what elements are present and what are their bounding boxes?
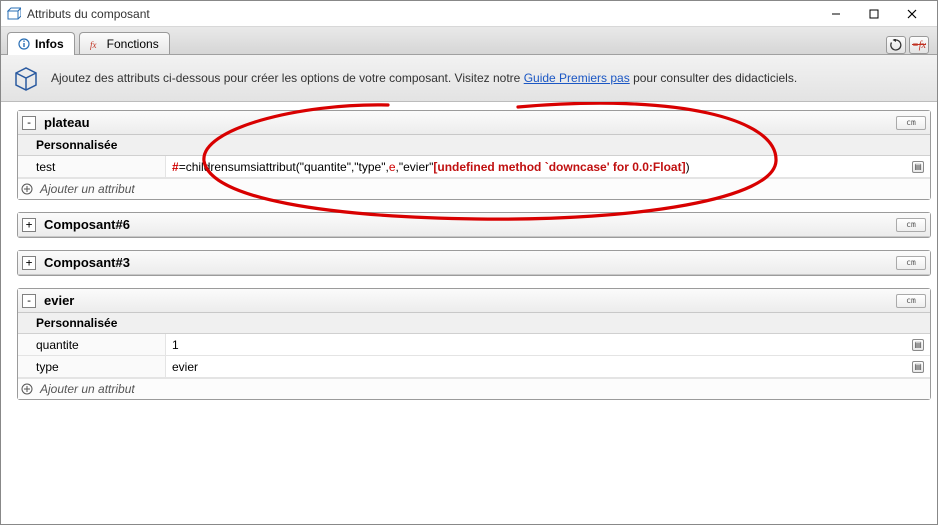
attr-val-quantite[interactable]: 1 [166,334,906,355]
toggle-evier[interactable]: - [22,294,36,308]
attr-key-quantite[interactable]: quantite [18,334,166,355]
component-name-composant3: Composant#3 [44,255,130,270]
formula-suffix: ) [686,160,690,174]
tabstrip: Infos fx Fonctions =fx [1,27,937,55]
attr-menu-test[interactable]: ▤ [906,156,930,177]
infobar-text: Ajoutez des attributs ci-dessous pour cr… [51,71,797,85]
panel-header-composant6: + Composant#6 cm [18,213,930,237]
attr-menu-quantite[interactable]: ▤ [906,334,930,355]
panel-composant6: + Composant#6 cm [17,212,931,238]
formula-hash: # [172,160,179,174]
panel-header-evier: - evier cm [18,289,930,313]
close-button[interactable] [893,3,931,25]
section-custom-plateau: Personnalisée [18,135,930,156]
fx-toggle-button[interactable]: =fx [909,36,929,54]
panel-composant3: + Composant#3 cm [17,250,931,276]
infobar-text-after: pour consulter des didacticiels. [630,71,797,85]
panel-header-plateau: - plateau cm [18,111,930,135]
panel-content-plateau: Personnalisée test #=childrensumsiattrib… [18,135,930,199]
unit-badge[interactable]: cm [896,294,926,308]
panel-header-composant3: + Composant#3 cm [18,251,930,275]
tab-fonctions[interactable]: fx Fonctions [79,32,170,54]
menu-icon: ▤ [912,339,924,351]
window-title: Attributs du composant [27,7,817,21]
guide-link[interactable]: Guide Premiers pas [524,71,630,85]
toggle-composant3[interactable]: + [22,256,36,270]
attr-val-test[interactable]: #=childrensumsiattribut("quantite","type… [166,156,906,177]
toolbar-right: =fx [886,36,931,54]
component-name-composant6: Composant#6 [44,217,130,232]
component-name-plateau: plateau [44,115,90,130]
add-attr-label: Ajouter un attribut [40,182,135,196]
panel-content-evier: Personnalisée quantite 1 ▤ type evier ▤ … [18,313,930,399]
component-name-evier: evier [44,293,74,308]
infobar: Ajoutez des attributs ci-dessous pour cr… [1,55,937,102]
maximize-button[interactable] [855,3,893,25]
attr-row-type: type evier ▤ [18,356,930,378]
formula-error: [undefined method `downcase' for 0.0:Flo… [433,160,685,174]
panel-evier: - evier cm Personnalisée quantite 1 ▤ ty… [17,288,931,400]
add-attr-plateau[interactable]: Ajouter un attribut [18,178,930,199]
add-attr-evier[interactable]: Ajouter un attribut [18,378,930,399]
formula-e: e [389,160,396,174]
formula-mid: ,"evier" [396,160,434,174]
menu-icon: ▤ [912,361,924,373]
attr-menu-type[interactable]: ▤ [906,356,930,377]
attr-row-test: test #=childrensumsiattribut("quantite",… [18,156,930,178]
plus-icon [20,382,34,396]
unit-badge[interactable]: cm [896,256,926,270]
unit-badge[interactable]: cm [896,218,926,232]
fx-icon: fx [90,38,102,50]
tab-infos[interactable]: Infos [7,32,75,55]
info-icon [18,38,30,50]
add-attr-label: Ajouter un attribut [40,382,135,396]
attr-key-type[interactable]: type [18,356,166,377]
window-buttons [817,3,931,25]
attr-val-type[interactable]: evier [166,356,906,377]
scroll-area[interactable]: - plateau cm Personnalisée test #=childr… [1,102,937,524]
tab-fonctions-label: Fonctions [107,37,159,51]
app-window: Attributs du composant Infos fx Fonction… [0,0,938,525]
menu-icon: ▤ [912,161,924,173]
toggle-plateau[interactable]: - [22,116,36,130]
titlebar: Attributs du composant [1,1,937,27]
minimize-button[interactable] [817,3,855,25]
infobar-text-before: Ajoutez des attributs ci-dessous pour cr… [51,71,524,85]
formula-prefix: =childrensumsiattribut("quantite","type"… [179,160,389,174]
tab-infos-label: Infos [35,37,64,51]
section-custom-evier: Personnalisée [18,313,930,334]
attr-row-quantite: quantite 1 ▤ [18,334,930,356]
body: - plateau cm Personnalisée test #=childr… [1,102,937,524]
app-icon [7,7,21,21]
component-cube-icon [11,63,41,93]
toggle-composant6[interactable]: + [22,218,36,232]
refresh-button[interactable] [886,36,906,54]
attr-key-test[interactable]: test [18,156,166,177]
svg-text:fx: fx [90,40,97,50]
unit-badge[interactable]: cm [896,116,926,130]
panel-plateau: - plateau cm Personnalisée test #=childr… [17,110,931,200]
plus-icon [20,182,34,196]
